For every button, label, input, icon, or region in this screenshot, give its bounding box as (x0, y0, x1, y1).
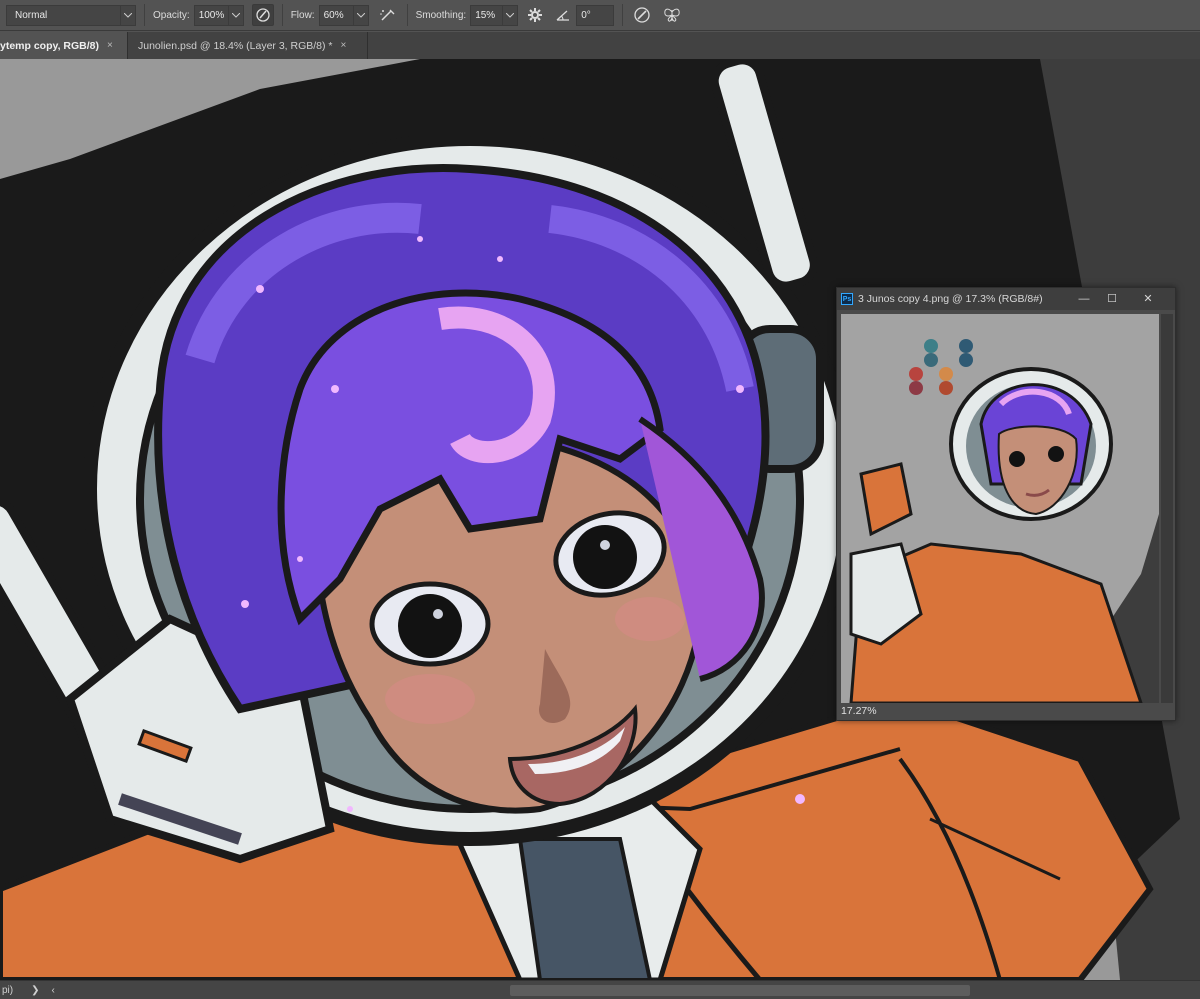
opacity-field[interactable]: 100% (193, 4, 244, 26)
doc-window-zoom-level: 17.27% (841, 705, 877, 717)
separator (406, 4, 408, 26)
options-bar: Normal Opacity: 100% Flow: 60% Smoothing… (0, 0, 1200, 31)
angle-field[interactable]: 0° (576, 4, 615, 26)
chevron-down-icon (227, 5, 243, 25)
blend-mode-dropdown[interactable]: Normal (6, 4, 136, 26)
pressure-size-icon[interactable] (631, 4, 653, 26)
angle-icon (552, 4, 574, 26)
blend-mode-value: Normal (15, 9, 48, 21)
artwork-thumbnail (849, 314, 1159, 703)
status-bar: pi) ❯ ‹ (0, 980, 1200, 999)
color-swatches (909, 339, 973, 395)
close-icon[interactable]: × (107, 40, 113, 51)
doc-window-title: 3 Junos copy 4.png @ 17.3% (RGB/8#) (858, 293, 1043, 305)
tab-junolien[interactable]: Junolien.psd @ 18.4% (Layer 3, RGB/8) * … (128, 32, 368, 59)
airbrush-icon[interactable] (377, 4, 399, 26)
smoothing-field[interactable]: 15% (470, 4, 519, 26)
opacity-label: Opacity: (153, 9, 190, 21)
tab-label: Junolien.psd @ 18.4% (Layer 3, RGB/8) * (138, 39, 333, 52)
symmetry-butterfly-icon[interactable] (661, 4, 683, 26)
status-arrow-icon[interactable]: ❯ (31, 985, 39, 996)
flow-label: Flow: (290, 9, 315, 21)
close-icon[interactable]: × (341, 40, 347, 51)
document-tab-bar: ytemp copy, RGB/8) × Junolien.psd @ 18.4… (0, 32, 1200, 59)
opacity-value: 100% (198, 9, 225, 21)
chevron-down-icon (120, 5, 135, 25)
status-text: pi) (2, 984, 14, 996)
gear-icon[interactable] (524, 4, 546, 26)
photoshop-window: Normal Opacity: 100% Flow: 60% Smoothing… (0, 0, 1200, 999)
close-button[interactable]: ✕ (1137, 290, 1159, 307)
separator (144, 4, 145, 26)
horizontal-scrollbar-thumb[interactable] (510, 985, 970, 996)
separator (281, 4, 283, 26)
doc-window-titlebar[interactable]: Ps 3 Junos copy 4.png @ 17.3% (RGB/8#) (837, 288, 1175, 310)
scroll-left-icon[interactable]: ‹ (52, 985, 55, 996)
tab-label: ytemp copy, RGB/8) (0, 39, 99, 52)
flow-field[interactable]: 60% (318, 4, 369, 26)
smoothing-label: Smoothing: (415, 9, 467, 21)
doc-window-scrollbar[interactable] (1161, 314, 1173, 703)
floating-document-window[interactable]: Ps 3 Junos copy 4.png @ 17.3% (RGB/8#) —… (836, 287, 1176, 721)
chevron-down-icon (502, 5, 517, 25)
separator (622, 4, 624, 26)
angle-value: 0° (581, 9, 591, 21)
maximize-button[interactable]: ☐ (1101, 290, 1123, 307)
smoothing-value: 15% (475, 9, 496, 21)
minimize-button[interactable]: — (1073, 290, 1095, 307)
flow-value: 60% (323, 9, 344, 21)
chevron-down-icon (352, 5, 368, 25)
doc-window-canvas[interactable] (841, 314, 1159, 703)
photoshop-icon: Ps (841, 293, 853, 305)
pressure-opacity-icon[interactable] (251, 4, 274, 26)
tab-ytemp-copy[interactable]: ytemp copy, RGB/8) × (0, 32, 128, 59)
